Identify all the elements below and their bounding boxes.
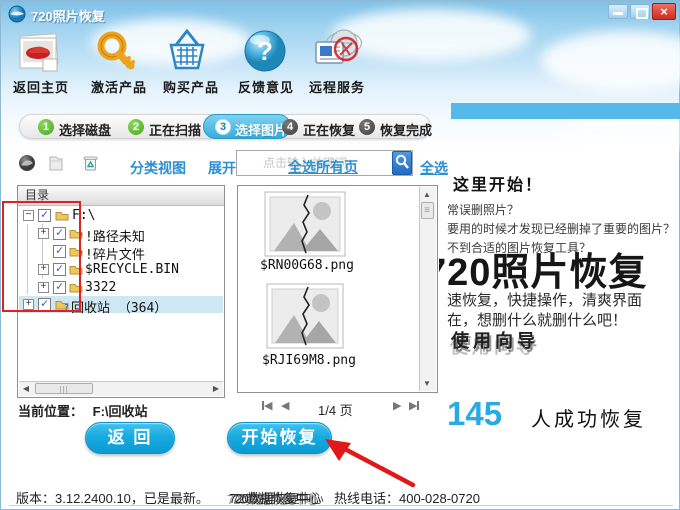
pagination-first[interactable]: ◀ xyxy=(262,399,272,412)
step-4-number: 4 xyxy=(282,119,298,135)
toolbar-feedback-label[interactable]: 反馈意见 xyxy=(238,77,294,96)
tree-label[interactable]: 回收站 （364） xyxy=(71,297,167,316)
promo-feature-1: 速恢复，快捷操作，清爽界面 xyxy=(447,292,643,309)
home-photos-icon[interactable] xyxy=(15,31,61,80)
checkbox-checked[interactable]: ✓ xyxy=(38,207,51,222)
directory-tree-panel: 目录 − ✓ F:\ + ✓ ? !路径未知 ✓ ? !碎片文件 + ✓ $RE… xyxy=(17,185,225,398)
vertical-scrollbar[interactable]: ▲ ≡ ▼ xyxy=(419,187,436,391)
promo-product-title: 720照片恢复 xyxy=(439,252,648,294)
current-location: 当前位置： F:\回收站 xyxy=(18,401,148,420)
tree-row-recycle-bin-folder[interactable]: + ✓ $RECYCLE.BIN xyxy=(19,261,223,278)
toolbar-remote-label[interactable]: 远程服务 xyxy=(309,77,365,96)
thumbnail-filename[interactable]: $RN00G68.png xyxy=(260,258,354,273)
toolbar-activate-label[interactable]: 激活产品 xyxy=(91,77,147,96)
promo-pane: 这里开始！ 常误删照片？ 要用的时候才发现已经删掉了重要的图片？ 不到合适的图片… xyxy=(439,159,680,491)
scroll-up-icon[interactable]: ▲ xyxy=(420,188,434,201)
view-mode-icon[interactable] xyxy=(17,153,37,178)
magnifier-icon xyxy=(395,154,409,169)
checkbox-checked[interactable]: ✓ xyxy=(53,279,66,294)
start-recovery-button[interactable]: 开始恢复 xyxy=(227,422,332,454)
checkbox-checked[interactable]: ✓ xyxy=(53,243,66,258)
tree-label[interactable]: F:\ xyxy=(72,208,95,223)
tree-row-3322[interactable]: + ✓ 3322 xyxy=(19,279,223,296)
pagination-prev[interactable]: ◀ xyxy=(281,399,289,412)
annotation-red-arrow xyxy=(325,439,416,488)
maximize-button[interactable] xyxy=(630,4,650,19)
promo-blue-strip xyxy=(451,103,680,119)
back-button[interactable]: 返 回 xyxy=(85,422,175,454)
svg-text:?: ? xyxy=(257,36,273,66)
question-icon[interactable]: ? xyxy=(243,29,287,78)
search-button[interactable] xyxy=(392,151,412,175)
scroll-down-icon[interactable]: ▼ xyxy=(420,377,434,390)
close-button[interactable]: × xyxy=(652,3,676,20)
promo-start-here: 这里开始！ xyxy=(453,177,544,194)
minimize-button[interactable] xyxy=(608,4,628,19)
recovered-count: 145 xyxy=(447,395,503,432)
checkbox-checked[interactable]: ✓ xyxy=(38,296,51,311)
basket-icon[interactable] xyxy=(164,28,210,79)
step-2-number: 2 xyxy=(128,119,144,135)
folder-icon xyxy=(55,212,69,221)
tree-row-fragment-files[interactable]: ✓ ? !碎片文件 xyxy=(19,243,223,263)
expand-icon[interactable]: + xyxy=(23,299,34,310)
select-all-pages-link[interactable]: 全选所有页 xyxy=(288,157,358,177)
scrollbar-thumb[interactable]: ||| xyxy=(35,383,93,394)
scroll-right-icon[interactable]: ▶ xyxy=(209,382,223,395)
current-location-label: 当前位置： xyxy=(18,404,84,419)
current-location-value: F:\回收站 xyxy=(92,404,148,419)
horizontal-scrollbar[interactable]: ◀ ||| ▶ xyxy=(19,381,223,396)
expand-icon[interactable]: + xyxy=(38,264,49,275)
checkbox-checked[interactable]: ✓ xyxy=(53,225,66,240)
step-3-number: 3 xyxy=(215,119,231,135)
checkbox-checked[interactable]: ✓ xyxy=(53,261,66,276)
step-1-label: 选择磁盘 xyxy=(59,123,112,138)
collapse-icon[interactable]: − xyxy=(23,210,34,221)
expand-icon[interactable]: + xyxy=(38,228,49,239)
thumbnail-filename[interactable]: $RJI69M8.png xyxy=(262,353,356,368)
steps-bar: 1 选择磁盘 2 正在扫描 3 选择图片 4 正在恢复 5 恢复完成 xyxy=(19,114,433,139)
recycle-bin-icon[interactable] xyxy=(82,154,99,178)
step-3-label: 选择图片 xyxy=(235,123,288,138)
toolbar-buy-label[interactable]: 购买产品 xyxy=(163,77,219,96)
tree-label[interactable]: $RECYCLE.BIN xyxy=(85,262,179,277)
category-view-link[interactable]: 分类视图 xyxy=(130,158,186,178)
app-window: 720照片恢复 × 返回主页 激活产品 购买产品 ? 反馈意见 远程服务 1 选… xyxy=(0,0,680,510)
step-4-label: 正在恢复 xyxy=(303,123,356,138)
remote-service-icon[interactable] xyxy=(313,26,363,81)
scroll-left-icon[interactable]: ◀ xyxy=(19,382,33,395)
folder-view-icon[interactable] xyxy=(47,153,65,177)
window-title: 720照片恢复 xyxy=(31,9,105,24)
scrollbar-thumb[interactable]: ≡ xyxy=(421,202,434,219)
folder-icon xyxy=(69,284,83,293)
tree-label[interactable]: 3322 xyxy=(85,280,116,295)
folder-icon xyxy=(69,266,83,275)
step-3-active-pill: 3 选择图片 xyxy=(203,114,291,139)
expand-icon[interactable]: + xyxy=(38,282,49,293)
footer-divider xyxy=(9,505,673,506)
cloud-decoration xyxy=(541,31,680,91)
pagination-label: 1/4 页 xyxy=(318,403,353,418)
recovered-count-suffix: 人成功恢复 xyxy=(531,409,646,431)
step-2-label: 正在扫描 xyxy=(149,123,202,138)
pagination-next[interactable]: ▶ xyxy=(393,399,401,412)
thumbnails-panel: $RN00G68.png $RJI69M8.png ▲ ≡ ▼ xyxy=(237,185,438,393)
promo-user-guide: 使用向导 xyxy=(451,331,539,351)
tree-row-f-drive[interactable]: − ✓ F:\ xyxy=(19,207,223,224)
app-logo-icon xyxy=(8,5,26,28)
toolbar-home-label[interactable]: 返回主页 xyxy=(13,77,69,96)
key-icon[interactable] xyxy=(93,29,137,80)
thumbnail-image[interactable] xyxy=(264,191,346,262)
tree-row-unknown-path[interactable]: + ✓ ? !路径未知 xyxy=(19,225,223,245)
step-1-number: 1 xyxy=(38,119,54,135)
pagination-last[interactable]: ▶ xyxy=(409,399,419,412)
tree-header: 目录 xyxy=(18,186,224,206)
thumbnail-image[interactable] xyxy=(266,283,344,354)
step-5-number: 5 xyxy=(359,119,375,135)
step-5-label: 恢复完成 xyxy=(380,123,433,138)
tree-row-recycle-station[interactable]: + ✓ ? 回收站 （364） xyxy=(19,296,223,316)
